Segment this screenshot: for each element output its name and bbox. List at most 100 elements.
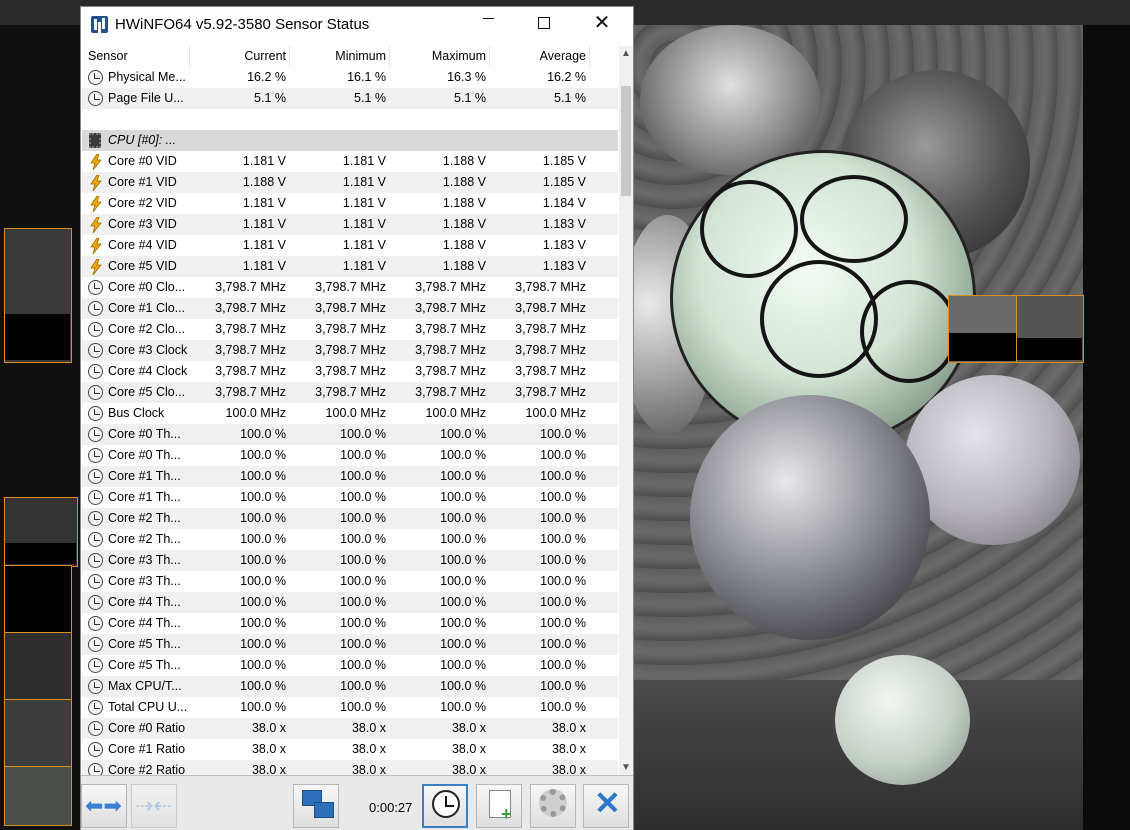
vertical-scrollbar[interactable]: ▲ ▼ — [619, 46, 633, 776]
voltage-bolt-icon — [90, 174, 102, 192]
table-row[interactable]: Core #3 Th... 100.0 % 100.0 % 100.0 % 100.0 … — [82, 550, 618, 571]
table-row[interactable]: Core #5 Clo... 3,798.7 MHz 3,798.7 MHz 3,79… — [82, 382, 618, 403]
value-maximum: 100.0 % — [440, 469, 486, 483]
table-row[interactable]: Core #0 Ratio 38.0 x 38.0 x 38.0 x 38.0 x — [82, 718, 618, 739]
table-row[interactable]: Core #1 Th... 100.0 % 100.0 % 100.0 % 100.0 … — [82, 466, 618, 487]
value-current: 100.0 MHz — [225, 406, 286, 420]
table-row[interactable]: Core #2 VID 1.181 V 1.181 V 1.188 V 1.184 V — [82, 193, 618, 214]
network-button[interactable] — [293, 784, 339, 828]
table-row[interactable]: Core #5 Th... 100.0 % 100.0 % 100.0 % 100.0 … — [82, 634, 618, 655]
column-header-maximum[interactable]: Maximum — [390, 49, 486, 63]
value-maximum: 100.0 % — [440, 595, 486, 609]
value-current — [190, 109, 286, 130]
cpu-chip-icon — [89, 133, 101, 148]
sensor-name: Core #0 Th... — [108, 448, 181, 462]
table-row[interactable]: Core #2 Ratio 38.0 x 38.0 x 38.0 x 38.0 x — [82, 760, 618, 776]
thumbnail-black — [5, 314, 70, 360]
sensor-name: Core #2 Ratio — [108, 763, 186, 776]
table-row[interactable]: Core #0 Th... 100.0 % 100.0 % 100.0 % 100.0 … — [82, 424, 618, 445]
table-row[interactable]: Total CPU U... 100.0 % 100.0 % 100.0 % 100.0… — [82, 697, 618, 718]
scroll-up-arrow-icon[interactable]: ▲ — [619, 46, 633, 62]
value-minimum: 3,798.7 MHz — [315, 343, 386, 357]
value-average: 5.1 % — [554, 91, 586, 105]
table-row[interactable]: Core #3 VID 1.181 V 1.181 V 1.188 V 1.183 V — [82, 214, 618, 235]
table-row[interactable]: Core #4 Th... 100.0 % 100.0 % 100.0 % 100.0 … — [82, 592, 618, 613]
table-row[interactable]: Page File U... 5.1 % 5.1 % 5.1 % 5.1 % — [82, 88, 618, 109]
thumbnail-frame — [4, 632, 72, 702]
table-row[interactable]: Bus Clock 100.0 MHz 100.0 MHz 100.0 MHz 100.… — [82, 403, 618, 424]
minimize-button[interactable] — [465, 7, 511, 43]
table-row[interactable]: Core #1 Th... 100.0 % 100.0 % 100.0 % 100.0 … — [82, 487, 618, 508]
sensor-clock-icon — [88, 343, 103, 358]
sensor-group-row[interactable]: CPU [#0]: ... — [82, 130, 618, 151]
sensor-name: Page File U... — [108, 91, 184, 105]
value-average: 1.185 V — [542, 175, 586, 189]
sensor-clock-icon — [88, 448, 103, 463]
value-current: 100.0 % — [240, 679, 286, 693]
value-average: 100.0 % — [540, 574, 586, 588]
sensor-name: Total CPU U... — [108, 700, 188, 714]
scroll-down-arrow-icon[interactable]: ▼ — [619, 760, 633, 776]
maximize-button[interactable] — [521, 7, 567, 43]
value-current: 3,798.7 MHz — [215, 343, 286, 357]
value-current: 100.0 % — [240, 616, 286, 630]
table-row[interactable]: Core #3 Clock 3,798.7 MHz 3,798.7 MHz 3,798… — [82, 340, 618, 361]
table-row[interactable]: Core #3 Th... 100.0 % 100.0 % 100.0 % 100.0 … — [82, 571, 618, 592]
table-row[interactable]: Core #4 Th... 100.0 % 100.0 % 100.0 % 100.0 … — [82, 613, 618, 634]
title-bar[interactable]: HWiNFO64 v5.92-3580 Sensor Status ✕ — [81, 7, 633, 43]
table-row[interactable]: Core #5 VID 1.181 V 1.181 V 1.188 V 1.183 V — [82, 256, 618, 277]
value-maximum: 1.188 V — [442, 217, 486, 231]
reset-timer-button[interactable] — [422, 784, 468, 828]
value-maximum — [390, 109, 486, 130]
value-minimum: 100.0 MHz — [325, 406, 386, 420]
table-row[interactable]: Max CPU/T... 100.0 % 100.0 % 100.0 % 100.0 % — [82, 676, 618, 697]
value-average: 1.183 V — [542, 259, 586, 273]
table-row[interactable]: Core #1 Clo... 3,798.7 MHz 3,798.7 MHz 3,79… — [82, 298, 618, 319]
sensor-name: Bus Clock — [108, 406, 165, 420]
table-row[interactable]: Physical Me... 16.2 % 16.1 % 16.3 % 16.2 % — [82, 67, 618, 88]
table-row[interactable]: Core #2 Th... 100.0 % 100.0 % 100.0 % 100.0 … — [82, 508, 618, 529]
table-row[interactable]: Core #4 Clock 3,798.7 MHz 3,798.7 MHz 3,798… — [82, 361, 618, 382]
column-header-current[interactable]: Current — [190, 49, 286, 63]
table-row[interactable]: Core #0 Th... 100.0 % 100.0 % 100.0 % 100.0 … — [82, 445, 618, 466]
value-average: 100.0 % — [540, 448, 586, 462]
value-current: 3,798.7 MHz — [215, 385, 286, 399]
value-maximum: 3,798.7 MHz — [415, 343, 486, 357]
table-row[interactable]: Core #1 Ratio 38.0 x 38.0 x 38.0 x 38.0 x — [82, 739, 618, 760]
table-row[interactable]: Core #5 Th... 100.0 % 100.0 % 100.0 % 100.0 … — [82, 655, 618, 676]
table-row[interactable]: Core #4 VID 1.181 V 1.181 V 1.188 V 1.183 V — [82, 235, 618, 256]
value-maximum: 100.0 % — [440, 658, 486, 672]
column-header-sensor[interactable]: Sensor — [88, 49, 128, 63]
thumbnail-frame — [4, 565, 72, 635]
table-row[interactable]: Core #1 VID 1.188 V 1.181 V 1.188 V 1.185 V — [82, 172, 618, 193]
column-header-minimum[interactable]: Minimum — [290, 49, 386, 63]
ornament-ball — [690, 395, 930, 640]
close-button[interactable]: ✕ — [579, 7, 625, 43]
settings-button[interactable] — [530, 784, 576, 828]
sensor-clock-icon — [88, 742, 103, 757]
sensor-name — [108, 109, 188, 130]
sensor-name: Core #2 VID — [108, 196, 177, 210]
sensor-clock-icon — [88, 364, 103, 379]
ornament-swirl — [800, 175, 908, 263]
log-report-button[interactable]: + — [476, 784, 522, 828]
table-row[interactable]: Core #0 VID 1.181 V 1.181 V 1.188 V 1.185 V — [82, 151, 618, 172]
column-header-average[interactable]: Average — [490, 49, 586, 63]
value-minimum: 1.181 V — [342, 217, 386, 231]
value-current: 3,798.7 MHz — [215, 301, 286, 315]
close-sensors-button[interactable]: ✕ — [583, 784, 629, 828]
value-average: 100.0 % — [540, 637, 586, 651]
value-average: 3,798.7 MHz — [515, 280, 586, 294]
table-row[interactable]: Core #2 Th... 100.0 % 100.0 % 100.0 % 100.0 … — [82, 529, 618, 550]
table-row[interactable]: Core #2 Clo... 3,798.7 MHz 3,798.7 MHz 3,79… — [82, 319, 618, 340]
blank-row[interactable] — [82, 109, 618, 130]
voltage-bolt-icon — [90, 153, 102, 171]
navigate-disabled-button[interactable]: ⇢⇠ — [131, 784, 177, 828]
value-maximum: 100.0 % — [440, 553, 486, 567]
scrollbar-thumb[interactable] — [621, 86, 631, 196]
value-maximum: 1.188 V — [442, 154, 486, 168]
value-current: 16.2 % — [247, 70, 286, 84]
value-current: 1.181 V — [242, 238, 286, 252]
table-row[interactable]: Core #0 Clo... 3,798.7 MHz 3,798.7 MHz 3,79… — [82, 277, 618, 298]
navigate-button[interactable]: ⬅➡ — [81, 784, 127, 828]
